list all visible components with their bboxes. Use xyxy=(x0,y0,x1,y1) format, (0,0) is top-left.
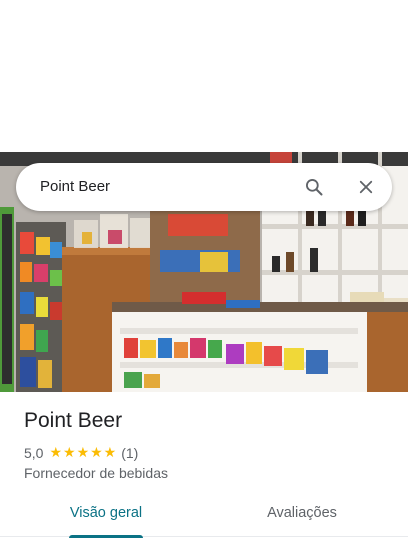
rating-stars-icon: ★★★★★ xyxy=(49,444,118,460)
search-icon[interactable] xyxy=(300,173,328,201)
search-input[interactable]: Point Beer xyxy=(40,163,110,211)
search-bar[interactable]: Point Beer xyxy=(16,163,392,211)
tab-reviews-label: Avaliações xyxy=(267,505,337,521)
map-area xyxy=(0,0,408,152)
place-category[interactable]: Fornecedor de bebidas xyxy=(24,465,168,481)
tab-bar: Visão geral Avaliações xyxy=(0,494,408,538)
rating-row[interactable]: 5,0 ★★★★★ (1) xyxy=(24,444,138,461)
place-title: Point Beer xyxy=(24,409,123,432)
tab-reviews[interactable]: Avaliações xyxy=(252,494,352,534)
active-tab-indicator xyxy=(69,535,143,538)
tab-overview[interactable]: Visão geral xyxy=(54,494,158,538)
tab-overview-label: Visão geral xyxy=(69,505,143,521)
rating-value: 5,0 xyxy=(24,444,44,461)
review-count[interactable]: (1) xyxy=(121,445,138,461)
close-icon[interactable] xyxy=(352,173,380,201)
